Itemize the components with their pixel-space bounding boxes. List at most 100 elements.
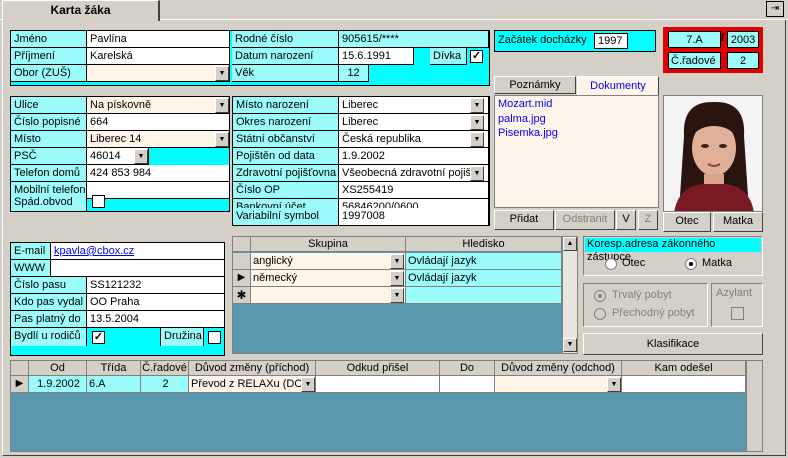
history-header-trida[interactable]: Třída xyxy=(87,361,141,376)
history-row-selector[interactable]: ▶ xyxy=(11,376,29,393)
ulice-field[interactable]: Na pískovně xyxy=(87,97,230,114)
matka-radio[interactable] xyxy=(685,258,697,270)
misto-narozeni-dropdown-icon[interactable]: ▼ xyxy=(470,98,484,113)
languages-scrollbar[interactable]: ▲ ▼ xyxy=(562,237,577,353)
zdravotni-pojistovna-label: Zdravotní pojišťovna xyxy=(233,165,339,182)
rodne-cislo-label: Rodné číslo xyxy=(232,31,339,48)
hledisko-cell[interactable]: Ovládají jazyk xyxy=(406,270,562,287)
obor-dropdown-icon[interactable]: ▼ xyxy=(215,66,229,81)
misto-field[interactable]: Liberec 14 xyxy=(87,131,230,148)
skupina-dropdown-icon[interactable]: ▼ xyxy=(390,254,404,269)
history-header-duvod-odchod[interactable]: Důvod změny (odchod) xyxy=(495,361,622,376)
datum-narozeni-field[interactable]: 15.6.1991 xyxy=(339,48,414,65)
history-header-duvod-prichod[interactable]: Důvod změny (příchod) xyxy=(189,361,316,376)
document-item[interactable]: Pisemka.jpg xyxy=(495,126,658,140)
cislo-popisne-field[interactable]: 664 xyxy=(87,114,230,131)
zdravotni-pojistovna-field[interactable]: Všeobecná zdravotní pojiš xyxy=(339,165,489,182)
history-od-cell[interactable]: 1.9.2002 xyxy=(29,376,87,393)
ulice-dropdown-icon[interactable]: ▼ xyxy=(215,98,229,113)
kdo-pas-vydal-field[interactable]: OO Praha xyxy=(87,294,225,311)
prechodny-pobyt-label: Přechodný pobyt xyxy=(612,307,695,319)
skupina-cell[interactable]: německý xyxy=(251,270,406,287)
odstranit-button[interactable]: Odstranit xyxy=(555,210,615,230)
bydli-u-rodicu-checkbox[interactable]: ✓ xyxy=(92,331,105,344)
tab-poznamky[interactable]: Poznámky xyxy=(494,76,576,94)
otec-radio[interactable] xyxy=(605,258,617,270)
document-item[interactable]: Mozart.mid xyxy=(495,96,658,112)
statni-obcanstvi-dropdown-icon[interactable]: ▼ xyxy=(470,132,484,147)
jmeno-field[interactable]: Pavlína xyxy=(87,31,230,48)
statni-obcanstvi-field[interactable]: Česká republika xyxy=(339,131,489,148)
skupina-cell[interactable] xyxy=(251,287,406,304)
history-cradove-cell[interactable]: 2 xyxy=(141,376,189,393)
www-label: WWW xyxy=(11,260,51,277)
misto-dropdown-icon[interactable]: ▼ xyxy=(215,132,229,147)
history-scrollbar[interactable] xyxy=(746,361,762,451)
history-header-do[interactable]: Do xyxy=(440,361,495,376)
history-duvod-prichod-cell[interactable]: Převod z RELAXu (DO xyxy=(189,376,316,393)
prijmeni-field[interactable]: Karelská xyxy=(87,48,230,65)
skupina-dropdown-icon[interactable]: ▼ xyxy=(390,288,404,303)
export-icon[interactable]: ⇥ xyxy=(766,1,784,17)
klasifikace-button[interactable]: Klasifikace xyxy=(583,333,763,355)
history-trida-cell[interactable]: 6.A xyxy=(87,376,141,393)
history-kam-cell[interactable] xyxy=(622,376,746,393)
trvaly-pobyt-radio[interactable] xyxy=(594,290,606,302)
row-selector-current[interactable]: ▶ xyxy=(233,270,251,287)
ulice-label: Ulice xyxy=(11,97,87,114)
spad-obvod-checkbox[interactable] xyxy=(92,195,105,208)
hledisko-cell[interactable] xyxy=(406,287,562,304)
z-button[interactable]: Z xyxy=(638,210,658,230)
cislo-op-field[interactable]: XS255419 xyxy=(339,182,489,199)
hledisko-header[interactable]: Hledisko xyxy=(406,237,562,252)
skupina-dropdown-icon[interactable]: ▼ xyxy=(390,271,404,286)
dochazka-field[interactable]: 1997 xyxy=(594,33,628,49)
pas-platny-do-field[interactable]: 13.5.2004 xyxy=(87,311,225,328)
druzina-checkbox[interactable] xyxy=(208,331,221,344)
misto-narozeni-field[interactable]: Liberec xyxy=(339,97,489,114)
matka-photo-button[interactable]: Matka xyxy=(713,212,763,232)
azylant-checkbox[interactable] xyxy=(731,307,744,320)
prechodny-pobyt-radio[interactable] xyxy=(594,308,606,320)
history-do-cell[interactable] xyxy=(440,376,495,393)
history-header-cradove[interactable]: Č.řadové xyxy=(141,361,189,376)
otec-photo-button[interactable]: Otec xyxy=(663,212,711,232)
psc-dropdown-icon[interactable]: ▼ xyxy=(134,149,148,164)
rodne-cislo-field[interactable]: 905615/**** xyxy=(339,31,489,48)
duvod-odchod-dropdown-icon[interactable]: ▼ xyxy=(607,377,621,392)
document-item[interactable]: palma.jpg xyxy=(495,112,658,126)
row-selector[interactable] xyxy=(233,253,251,270)
okres-narozeni-field[interactable]: Liberec xyxy=(339,114,489,131)
hledisko-cell[interactable]: Ovládají jazyk xyxy=(406,253,562,270)
pridat-button[interactable]: Přidat xyxy=(494,210,554,230)
variabilni-symbol-field[interactable]: 1997008 xyxy=(339,208,489,225)
email-field[interactable]: kpavla@cbox.cz xyxy=(51,243,225,260)
duvod-prichod-dropdown-icon[interactable]: ▼ xyxy=(301,377,315,392)
history-header-kam[interactable]: Kam odešel xyxy=(622,361,746,376)
v-button[interactable]: V xyxy=(616,210,636,230)
history-header-odkud[interactable]: Odkud přišel xyxy=(316,361,440,376)
mobilni-telefon-field[interactable] xyxy=(87,182,230,199)
history-header-od[interactable]: Od xyxy=(29,361,87,376)
www-field[interactable] xyxy=(51,260,225,277)
scroll-down-icon[interactable]: ▼ xyxy=(563,338,577,352)
cislo-pasu-field[interactable]: SS121232 xyxy=(87,277,225,294)
cradove-label: Č.řadové xyxy=(668,52,721,69)
pojisten-od-field[interactable]: 1.9.2002 xyxy=(339,148,489,165)
scroll-up-icon[interactable]: ▲ xyxy=(563,237,577,251)
okres-narozeni-dropdown-icon[interactable]: ▼ xyxy=(470,115,484,130)
cislo-op-label: Číslo OP xyxy=(233,182,339,199)
zdravotni-pojistovna-dropdown-icon[interactable]: ▼ xyxy=(470,166,484,181)
misto-label: Místo xyxy=(11,131,87,148)
skupina-header[interactable]: Skupina xyxy=(251,237,406,252)
cradove-field: 2 xyxy=(727,52,759,69)
telefon-domu-field[interactable]: 424 853 984 xyxy=(87,165,230,182)
tab-dokumenty[interactable]: Dokumenty xyxy=(577,76,659,95)
history-odkud-cell[interactable] xyxy=(316,376,440,393)
history-duvod-odchod-cell[interactable] xyxy=(495,376,622,393)
skupina-cell[interactable]: anglický xyxy=(251,253,406,270)
tab-karta-zaka[interactable]: Karta žáka xyxy=(2,0,160,21)
obor-field[interactable] xyxy=(87,65,230,82)
divka-checkbox[interactable]: ✓ xyxy=(470,50,483,63)
new-row-selector[interactable]: ✱ xyxy=(233,287,251,304)
